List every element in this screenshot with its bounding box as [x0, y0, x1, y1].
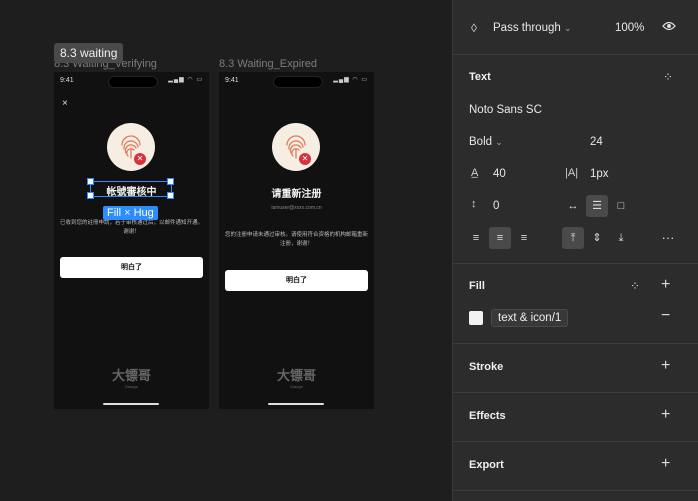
resize-handle-bottom-right[interactable] — [167, 192, 174, 199]
properties-panel: ◊ Pass through ⌄ 100% Text ⁘ Noto Sans S… — [452, 0, 698, 501]
fingerprint-avatar: ✕ — [107, 123, 155, 171]
paragraph-spacing-icon: ↕ — [471, 198, 477, 210]
divider — [453, 490, 698, 491]
letter-spacing-icon: |A| — [565, 167, 579, 179]
resize-handle-top-left[interactable] — [87, 178, 94, 185]
fill-styles-icon[interactable]: ⁘ — [630, 279, 640, 293]
brand-logo-sub: Diaoge — [125, 384, 138, 389]
paragraph-spacing-input[interactable]: 0 — [493, 200, 499, 212]
brand-logo: 大镖哥 Diaoge — [54, 365, 209, 389]
frame-tooltip: 8.3 waiting — [54, 43, 124, 63]
phone-frame-verifying[interactable]: 9:41 ▂▄▆ ◠ ▭ × ✕ 帐號審核中 iamuser@xxxx.com.… — [54, 72, 209, 409]
status-time: 9:41 — [60, 77, 74, 84]
eye-icon[interactable] — [662, 20, 676, 35]
fixed-size-icon[interactable]: □ — [610, 195, 632, 217]
add-stroke-icon[interactable]: + — [661, 357, 670, 375]
brand-logo: 大镖哥 Diaoge — [219, 365, 374, 389]
status-description: 已收到您的註冊申請，若于审核通过后，以邮件通知开通。谢谢！ — [60, 220, 204, 235]
error-badge-icon: ✕ — [134, 153, 146, 165]
line-height-icon: A̲ — [471, 167, 479, 179]
status-title[interactable]: 请重新注册 — [219, 185, 374, 200]
add-fill-icon[interactable]: + — [661, 276, 670, 294]
home-indicator — [103, 403, 159, 405]
remove-fill-icon[interactable]: − — [661, 307, 670, 325]
frame-label-expired[interactable]: 8.3 Waiting_Expired — [219, 58, 317, 70]
dynamic-island — [108, 76, 158, 88]
font-weight-select[interactable]: Bold ⌄ — [469, 136, 503, 148]
more-options-icon[interactable]: ··· — [657, 227, 679, 249]
canvas[interactable]: 8.3 Waiting_Verifying 8.3 Waiting_Expire… — [0, 0, 452, 501]
phone-frame-expired[interactable]: 9:41 ▂▄▆ ◠ ▭ ✕ 请重新注册 iamuser@xxxx.com.cn… — [219, 72, 374, 409]
fill-style-name[interactable]: text & icon/1 — [491, 309, 569, 327]
stroke-section-header: Stroke — [469, 361, 504, 373]
opacity-value[interactable]: 100% — [615, 22, 644, 34]
fill-section-header: Fill — [469, 280, 485, 292]
divider — [453, 441, 698, 442]
blend-mode-select[interactable]: Pass through ⌄ — [493, 22, 572, 34]
auto-height-icon[interactable]: ☰ — [586, 195, 608, 217]
divider — [453, 392, 698, 393]
blend-mode-icon: ◊ — [471, 21, 477, 35]
user-email: iamuser@xxxx.com.cn — [271, 205, 322, 211]
font-size-input[interactable]: 24 — [590, 136, 603, 148]
chevron-down-icon: ⌄ — [495, 137, 503, 147]
divider — [453, 263, 698, 264]
export-section-header: Export — [469, 459, 504, 471]
add-export-icon[interactable]: + — [661, 455, 670, 473]
line-height-input[interactable]: 40 — [493, 168, 506, 180]
status-icons: ▂▄▆ ◠ ▭ — [333, 77, 368, 83]
brand-logo-text: 大镖哥 — [276, 368, 316, 383]
resize-handle-top-right[interactable] — [167, 178, 174, 185]
fill-color-swatch[interactable] — [469, 311, 483, 325]
align-middle-icon[interactable]: ⇕ — [586, 227, 608, 249]
acknowledge-button[interactable]: 明白了 — [225, 270, 368, 291]
brand-logo-text: 大镖哥 — [111, 368, 151, 383]
status-icons: ▂▄▆ ◠ ▭ — [168, 77, 203, 83]
align-bottom-icon[interactable]: ⤓ — [610, 227, 632, 249]
acknowledge-button[interactable]: 明白了 — [60, 257, 203, 278]
resize-handle-bottom-left[interactable] — [87, 192, 94, 199]
status-time: 9:41 — [225, 77, 239, 84]
selection-box[interactable] — [90, 181, 172, 197]
align-left-icon[interactable]: ≡ — [465, 227, 487, 249]
eye-svg — [662, 21, 676, 31]
text-styles-icon[interactable]: ⁘ — [663, 70, 673, 84]
selection-size-label: Fill × Hug — [103, 206, 158, 220]
letter-spacing-input[interactable]: 1px — [590, 168, 609, 180]
align-center-icon[interactable]: ≡ — [489, 227, 511, 249]
effects-section-header: Effects — [469, 410, 506, 422]
brand-logo-sub: Diaoge — [290, 384, 303, 389]
status-description: 您的注册申请未通过审核。请使用符合资格的机构邮箱重新注册，谢谢！ — [225, 232, 369, 247]
fingerprint-avatar: ✕ — [272, 123, 320, 171]
align-top-icon[interactable]: ⤒ — [562, 227, 584, 249]
chevron-down-icon: ⌄ — [563, 23, 572, 33]
align-right-icon[interactable]: ≡ — [513, 227, 535, 249]
font-family-select[interactable]: Noto Sans SC — [469, 104, 542, 116]
blend-mode-value: Pass through — [493, 22, 561, 34]
dynamic-island — [273, 76, 323, 88]
divider — [453, 343, 698, 344]
auto-width-icon[interactable]: ↔ — [562, 195, 584, 217]
font-weight-value: Bold — [469, 136, 493, 148]
divider — [453, 54, 698, 55]
add-effect-icon[interactable]: + — [661, 406, 670, 424]
text-section-header: Text — [469, 71, 491, 83]
close-icon[interactable]: × — [62, 98, 68, 109]
error-badge-icon: ✕ — [299, 153, 311, 165]
home-indicator — [268, 403, 324, 405]
